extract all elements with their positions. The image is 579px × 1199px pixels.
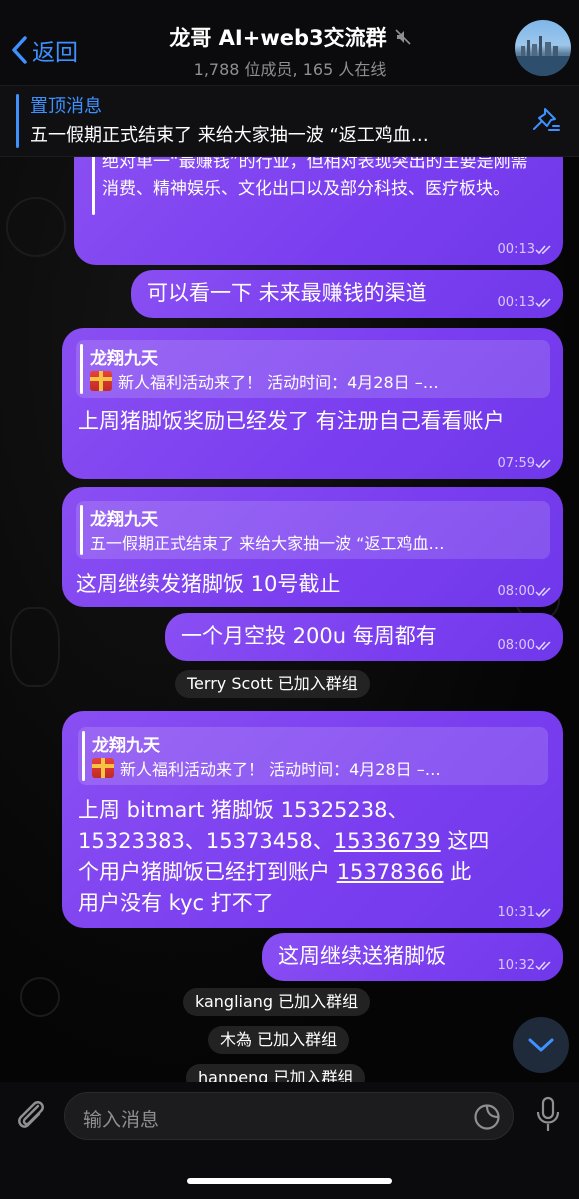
service-message: 木為 已加入群组 [208,1026,350,1054]
reply-author: 龙翔九天 [90,510,158,530]
message-bubble-outgoing[interactable]: 一个月空投 200u 每周都有 08:00 [165,613,563,661]
message-text: 一个月空投 200u 每周都有 [181,624,437,648]
chevron-down-icon [528,1038,554,1052]
member-count: 1,788 位成员, 165 人在线 [193,60,387,79]
message-bubble-outgoing[interactable]: 绝对单一“最赚钱”的行业，但相对表现突出的主要是刚需消费、精神娱乐、文化出口以及… [74,157,563,265]
read-checkmarks-icon [535,298,551,308]
message-time: 08:00 [497,638,535,653]
service-message: Terry Scott 已加入群组 [175,670,370,698]
message-bubble-outgoing[interactable]: 这周继续送猪脚饭 10:32 [262,933,563,981]
back-button[interactable]: 返回 [10,33,78,67]
message-bubble-outgoing[interactable]: 可以看一下 未来最赚钱的渠道 00:13 [131,270,563,318]
pinned-indicator [16,94,19,148]
gift-icon [90,371,112,391]
message-time: 00:13 [497,295,535,310]
read-checkmarks-icon [535,245,551,255]
read-checkmarks-icon [535,908,551,918]
pinned-text: 五一假期正式结束了 来给大家抽一波 “返工鸡血… [30,125,429,146]
message-text: 上周猪脚饭奖励已经发了 有注册自己看看账户 [78,409,505,433]
reply-quote[interactable]: 龙翔九天 新人福利活动来了！ 活动时间：4月28日 –… [78,727,548,785]
message-time: 00:13 [497,242,535,257]
message-input[interactable]: 输入消息 [64,1092,514,1140]
microphone-icon[interactable] [535,1096,561,1134]
read-checkmarks-icon [535,587,551,597]
message-text: 上周 bitmart 猪脚饭 15325238、 15323383、153734… [78,798,490,915]
phone-link[interactable]: 15378366 [337,860,444,884]
pinned-message-bar[interactable]: 置顶消息 五一假期正式结束了 来给大家抽一波 “返工鸡血… [0,85,579,157]
message-time: 08:00 [497,584,535,599]
message-text: 绝对单一“最赚钱”的行业，但相对表现突出的主要是刚需消费、精神娱乐、文化出口以及… [102,157,528,199]
read-checkmarks-icon [535,459,551,469]
reply-quote[interactable]: 龙翔九天 五一假期正式结束了 来给大家抽一波 “返工鸡血… [76,501,550,559]
read-checkmarks-icon [535,641,551,651]
muted-icon [395,29,411,45]
message-text: 这周继续送猪脚饭 [278,944,446,968]
service-message: hanpeng 已加入群组 [186,1064,366,1082]
read-checkmarks-icon [535,961,551,971]
pin-list-icon[interactable] [531,106,561,134]
reply-text: 新人福利活动来了！ 活动时间：4月28日 –… [118,373,439,392]
message-text: 可以看一下 未来最赚钱的渠道 [147,281,427,305]
pinned-title: 置顶消息 [30,96,102,117]
phone-link[interactable]: 15336739 [334,829,441,853]
back-label: 返回 [32,40,78,66]
message-bubble-outgoing[interactable]: 龙翔九天 新人福利活动来了！ 活动时间：4月28日 –… 上周猪脚饭奖励已经发了… [62,328,563,479]
message-list[interactable]: 绝对单一“最赚钱”的行业，但相对表现突出的主要是刚需消费、精神娱乐、文化出口以及… [0,157,579,1082]
message-bubble-outgoing[interactable]: 龙翔九天 五一假期正式结束了 来给大家抽一波 “返工鸡血… 这周继续发猪脚饭 1… [62,487,563,607]
reply-quote[interactable]: 龙翔九天 新人福利活动来了！ 活动时间：4月28日 –… [76,340,550,398]
service-message: kangliang 已加入群组 [183,988,371,1016]
message-bubble-outgoing[interactable]: 龙翔九天 新人福利活动来了！ 活动时间：4月28日 –… 上周 bitmart … [62,711,563,928]
attach-icon[interactable] [14,1096,48,1134]
reply-text: 新人福利活动来了！ 活动时间：4月28日 –… [120,760,441,779]
message-time: 07:59 [497,456,535,471]
sticker-icon[interactable] [473,1103,501,1131]
avatar-skyline-icon [515,36,571,76]
message-text: 这周继续发猪脚饭 10号截止 [76,572,341,596]
home-indicator [187,1178,392,1184]
message-time: 10:31 [497,905,535,920]
chat-header: 返回 龙哥 AI+web3交流群 1,788 位成员, 165 人在线 [0,0,579,85]
gift-icon [92,758,114,778]
message-time: 10:32 [497,958,535,973]
message-input-placeholder: 输入消息 [83,1109,160,1131]
chat-title: 龙哥 AI+web3交流群 [169,26,387,50]
reply-text: 五一假期正式结束了 来给大家抽一波 “返工鸡血… [90,534,445,553]
scroll-to-bottom-button[interactable] [513,1017,569,1073]
chevron-left-icon [12,36,27,64]
reply-author: 龙翔九天 [90,349,158,369]
chat-title-area[interactable]: 龙哥 AI+web3交流群 1,788 位成员, 165 人在线 [120,22,460,80]
group-avatar[interactable] [515,20,571,76]
reply-author: 龙翔九天 [92,736,160,756]
